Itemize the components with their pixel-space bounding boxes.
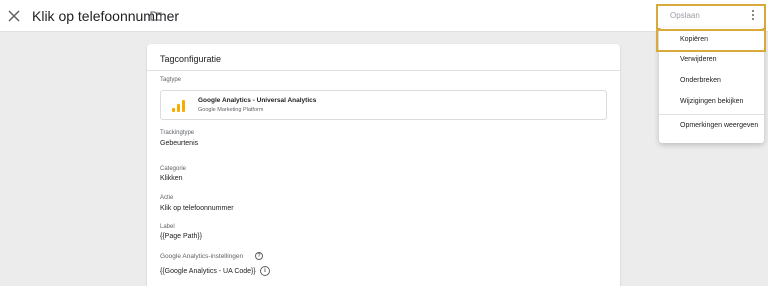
google-analytics-icon [172,100,186,112]
tagtype-name: Google Analytics - Universal Analytics [198,97,317,104]
tagtype-label: Tagtype [160,77,182,83]
category-value: Klikken [160,175,183,182]
tagtype-selector[interactable]: Google Analytics - Universal Analytics G… [160,90,607,120]
trackingtype-value: Gebeurtenis [160,140,199,147]
card-title: Tagconfiguratie [160,54,222,64]
save-highlight-box [656,4,766,30]
ga-settings-label: Google Analytics-instellingen [160,253,244,260]
ga-settings-value: {{Google Analytics - UA Code}} [160,268,256,275]
action-label: Actie [160,195,174,201]
menu-item-view-changes[interactable]: Wijzigingen bekijken [659,92,764,112]
label-label: Label [160,224,175,230]
trackingtype-label: Trackingtype [160,130,195,136]
folder-icon[interactable] [150,10,162,21]
menu-divider [659,114,764,115]
category-label: Categorie [160,166,187,172]
menu-item-delete[interactable]: Verwijderen [659,50,764,70]
info-icon[interactable]: i [260,266,270,276]
tag-configuration-card: Tagconfiguratie Tagtype Google Analytics… [147,44,620,286]
menu-item-show-comments[interactable]: Opmerkingen weergeven [659,116,764,136]
card-divider [147,70,620,71]
help-icon[interactable]: ? [255,252,263,260]
label-value: {{Page Path}} [160,233,203,240]
copy-highlight-box [656,29,766,52]
menu-item-pause[interactable]: Onderbreken [659,71,764,91]
tagtype-subtitle: Google Marketing Platform [198,107,264,113]
top-bar: Klik op telefoonnummer Opslaan [0,0,768,32]
action-value: Klik op telefoonnummer [160,205,234,212]
close-icon[interactable] [7,9,21,23]
